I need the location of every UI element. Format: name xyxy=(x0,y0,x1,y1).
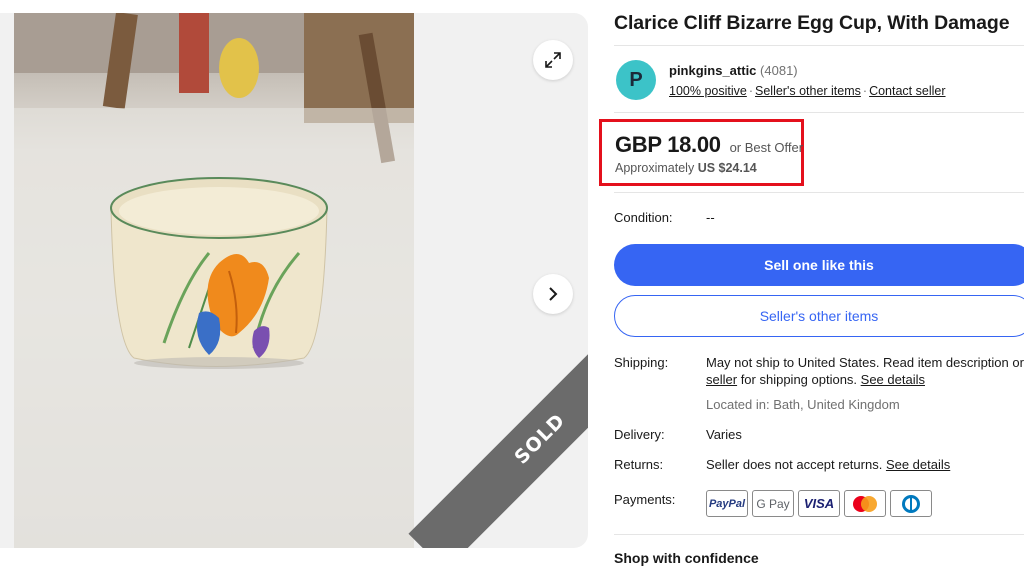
item-location: Located in: Bath, United Kingdom xyxy=(706,397,900,412)
sell-one-like-this-button[interactable]: Sell one like this xyxy=(614,244,1024,286)
positive-feedback-link[interactable]: 100% positive xyxy=(669,84,747,98)
image-gallery[interactable]: SOLD xyxy=(0,13,588,548)
divider xyxy=(614,534,1024,535)
item-photo[interactable] xyxy=(14,13,414,548)
approx-price: Approximately US $24.14 xyxy=(615,161,757,175)
returns-value: Seller does not accept returns. xyxy=(706,457,886,472)
sold-label: SOLD xyxy=(510,409,570,469)
approx-prefix: Approximately xyxy=(615,161,695,175)
contact-seller-inline-link[interactable]: seller xyxy=(706,372,737,387)
seller-avatar[interactable]: P xyxy=(616,60,656,100)
shipping-line1: May not ship to United States. Read item… xyxy=(706,355,1024,370)
best-offer-label: or Best Offer xyxy=(729,140,804,155)
seller-links: 100% positive · Seller's other items · Conta… xyxy=(669,84,946,98)
delivery-label: Delivery: xyxy=(614,427,665,442)
google-pay-icon: G Pay xyxy=(752,490,794,517)
sold-ribbon: SOLD xyxy=(408,307,588,548)
separator: · xyxy=(748,84,753,98)
diners-club-icon xyxy=(890,490,932,517)
shipping-label: Shipping: xyxy=(614,355,669,370)
item-title: Clarice Cliff Bizarre Egg Cup, With Dama… xyxy=(614,12,1010,34)
expand-icon xyxy=(545,52,561,68)
mastercard-icon xyxy=(844,490,886,517)
payments-label: Payments: xyxy=(614,492,676,507)
shipping-line2-text: for shipping options. xyxy=(737,372,861,387)
seller-name-line: pinkgins_attic (4081) xyxy=(669,63,798,78)
paypal-icon: PayPal xyxy=(706,490,748,517)
seller-card: P pinkgins_attic (4081) 100% positive · Se… xyxy=(614,45,1024,113)
returns-line: Seller does not accept returns. See deta… xyxy=(706,457,950,472)
returns-label: Returns: xyxy=(614,457,664,472)
seller-name[interactable]: pinkgins_attic xyxy=(669,63,756,78)
contact-seller-link[interactable]: Contact seller xyxy=(869,84,945,98)
price-line: GBP 18.00 or Best Offer xyxy=(615,132,803,158)
visa-icon: VISA xyxy=(798,490,840,517)
shop-with-confidence-heading: Shop with confidence xyxy=(614,550,759,566)
item-details: Clarice Cliff Bizarre Egg Cup, With Dama… xyxy=(599,0,1024,569)
approx-value: US $24.14 xyxy=(697,161,757,175)
shipping-line2: seller for shipping options. See details xyxy=(706,372,925,387)
returns-see-details-link[interactable]: See details xyxy=(886,457,950,472)
delivery-value: Varies xyxy=(706,427,742,442)
price-highlight-box: GBP 18.00 or Best Offer Approximately US… xyxy=(599,119,804,186)
next-image-button[interactable] xyxy=(533,274,573,314)
egg-cup-illustration xyxy=(14,13,414,548)
condition-label: Condition: xyxy=(614,210,673,225)
separator: · xyxy=(862,84,868,98)
chevron-right-icon xyxy=(549,287,558,301)
divider xyxy=(614,192,1024,193)
expand-image-button[interactable] xyxy=(533,40,573,80)
shipping-see-details-link[interactable]: See details xyxy=(861,372,925,387)
seller-feedback-count: (4081) xyxy=(760,63,798,78)
seller-other-items-link[interactable]: Seller's other items xyxy=(755,84,861,98)
price-amount: GBP 18.00 xyxy=(615,132,721,157)
payment-methods: PayPal G Pay VISA xyxy=(706,490,932,517)
condition-value: -- xyxy=(706,210,715,225)
sellers-other-items-button[interactable]: Seller's other items xyxy=(614,295,1024,337)
